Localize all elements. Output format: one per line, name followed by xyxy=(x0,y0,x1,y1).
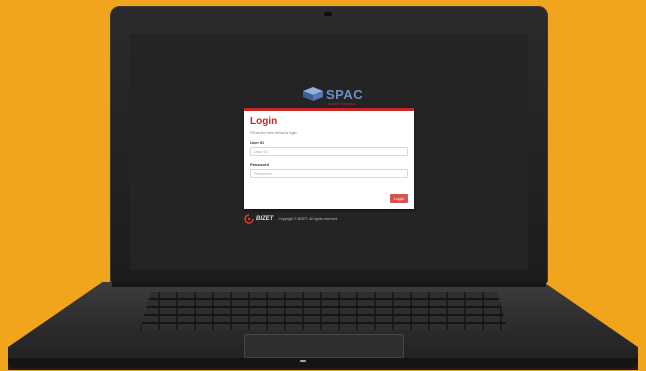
footer: BIZET Copyright © BIZET. All rights rese… xyxy=(244,214,338,224)
logo-cube-icon xyxy=(303,87,323,101)
laptop-screen: SPAC SMART PARKING Login Fill out the fo… xyxy=(130,34,528,270)
footer-copyright: Copyright © BIZET. All rights reserved. xyxy=(278,217,339,221)
login-button[interactable]: Login xyxy=(390,194,408,203)
login-subtitle: Fill out the form below to login. xyxy=(250,131,298,135)
laptop-front-edge xyxy=(8,358,638,368)
spac-logo: SPAC xyxy=(302,84,363,104)
keyboard-rows xyxy=(140,292,508,330)
status-led xyxy=(300,360,306,362)
login-card: Login Fill out the form below to login. … xyxy=(244,108,414,209)
logo-text: SPAC xyxy=(326,86,364,102)
laptop-hinge xyxy=(112,282,546,287)
laptop-lid: SPAC SMART PARKING Login Fill out the fo… xyxy=(110,6,548,284)
webcam xyxy=(324,12,332,16)
touchpad xyxy=(244,334,404,358)
footer-brand: BIZET xyxy=(256,216,274,222)
user-id-input[interactable] xyxy=(250,147,408,156)
user-id-label: User ID xyxy=(250,140,265,145)
logo-subtitle: SMART PARKING xyxy=(328,102,357,106)
login-title: Login xyxy=(250,116,278,127)
password-input[interactable] xyxy=(250,169,408,178)
brand-swirl-icon xyxy=(244,214,254,224)
password-label: Password xyxy=(250,162,269,167)
